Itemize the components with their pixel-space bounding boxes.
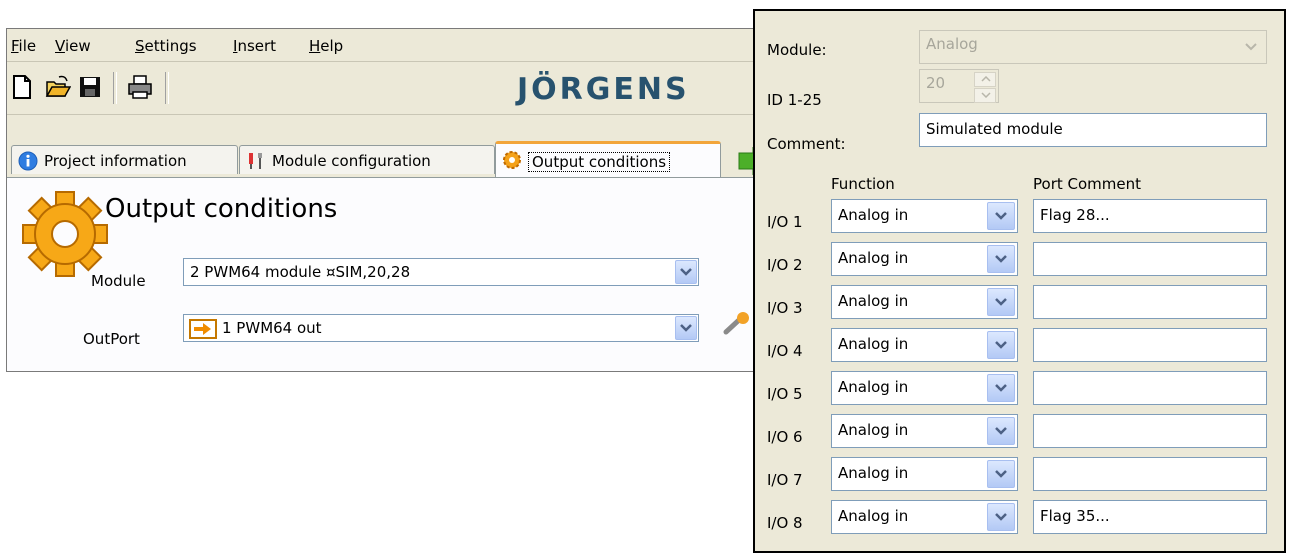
id-label: ID 1-25 <box>767 91 822 109</box>
chevron-down-icon[interactable] <box>987 417 1015 445</box>
menu-view[interactable]: View <box>55 37 91 55</box>
wrench-icon[interactable] <box>723 312 753 336</box>
function-value: Analog in <box>838 206 909 224</box>
port-comment-field[interactable] <box>1033 414 1267 448</box>
function-value: Analog in <box>838 378 909 396</box>
gear-icon <box>503 151 521 169</box>
chevron-down-icon[interactable] <box>675 260 697 284</box>
id-spinner: 20 <box>919 69 999 103</box>
chevron-down-icon[interactable] <box>987 374 1015 402</box>
function-value: Analog in <box>838 507 909 525</box>
function-value: Analog in <box>838 292 909 310</box>
dialog-module-select: Analog <box>919 30 1267 64</box>
print-icon[interactable] <box>127 74 153 100</box>
module-dialog: Module: Analog ID 1-25 20 Comment: Simul… <box>753 9 1286 553</box>
port-comment-field[interactable] <box>1033 457 1267 491</box>
module-label: Module <box>91 272 146 290</box>
io-label: I/O 3 <box>767 299 803 317</box>
chevron-down-icon[interactable] <box>987 460 1015 488</box>
port-comment-field[interactable] <box>1033 328 1267 362</box>
function-select[interactable]: Analog in <box>831 199 1018 233</box>
outport-select[interactable]: 1 PWM64 out <box>183 314 699 342</box>
menu-file[interactable]: File <box>11 37 36 55</box>
chevron-down-icon[interactable] <box>987 288 1015 316</box>
io-label: I/O 2 <box>767 256 803 274</box>
port-comment-value: Flag 28... <box>1040 206 1110 224</box>
page-title: Output conditions <box>105 194 338 224</box>
module-select[interactable]: 2 PWM64 module ¤SIM,20,28 <box>183 258 699 286</box>
port-comment-field[interactable] <box>1033 242 1267 276</box>
function-select[interactable]: Analog in <box>831 457 1018 491</box>
tab-module-configuration[interactable]: Module configuration <box>239 145 495 174</box>
tab-output-conditions[interactable]: Output conditions <box>495 141 721 178</box>
menu-settings[interactable]: Settings <box>135 37 197 55</box>
chevron-down-icon[interactable] <box>987 331 1015 359</box>
io-label: I/O 1 <box>767 213 803 231</box>
toolbar-separator <box>165 72 169 104</box>
chevron-down-icon <box>1245 43 1257 51</box>
function-header: Function <box>831 175 895 193</box>
main-window: File View Settings Insert Help JÖRGENS P… <box>6 28 767 372</box>
io-label: I/O 7 <box>767 471 803 489</box>
tab-project-information[interactable]: Project information <box>11 145 238 174</box>
chevron-down-icon[interactable] <box>675 316 697 340</box>
port-comment-field[interactable] <box>1033 371 1267 405</box>
new-file-icon[interactable] <box>9 74 35 100</box>
function-value: Analog in <box>838 335 909 353</box>
toolbar-separator <box>113 72 117 104</box>
spin-down-icon <box>974 88 996 103</box>
port-comment-header: Port Comment <box>1033 175 1141 193</box>
function-select[interactable]: Analog in <box>831 242 1018 276</box>
menu-bar: File View Settings Insert Help <box>7 29 767 62</box>
arrow-right-icon <box>189 319 217 339</box>
comment-label: Comment: <box>767 135 846 153</box>
menu-help[interactable]: Help <box>309 37 343 55</box>
output-conditions-panel: Output conditions Module 2 PWM64 module … <box>7 177 767 371</box>
io-label: I/O 8 <box>767 514 803 532</box>
chevron-down-icon[interactable] <box>987 202 1015 230</box>
function-value: Analog in <box>838 464 909 482</box>
dialog-module-label: Module: <box>767 41 827 59</box>
chevron-down-icon[interactable] <box>987 503 1015 531</box>
gear-icon <box>22 191 108 277</box>
chevron-down-icon[interactable] <box>987 245 1015 273</box>
io-label: I/O 6 <box>767 428 803 446</box>
spin-buttons <box>974 72 996 103</box>
function-value: Analog in <box>838 421 909 439</box>
function-select[interactable]: Analog in <box>831 285 1018 319</box>
port-comment-field[interactable]: Flag 35... <box>1033 500 1267 534</box>
port-comment-value: Flag 35... <box>1040 507 1110 525</box>
io-label: I/O 4 <box>767 342 803 360</box>
function-select[interactable]: Analog in <box>831 371 1018 405</box>
port-comment-field[interactable]: Flag 28... <box>1033 199 1267 233</box>
menu-insert[interactable]: Insert <box>233 37 276 55</box>
save-icon[interactable] <box>77 74 103 100</box>
config-icon <box>249 153 262 169</box>
function-select[interactable]: Analog in <box>831 500 1018 534</box>
open-folder-icon[interactable] <box>45 74 71 100</box>
function-select[interactable]: Analog in <box>831 328 1018 362</box>
io-label: I/O 5 <box>767 385 803 403</box>
function-select[interactable]: Analog in <box>831 414 1018 448</box>
comment-field[interactable]: Simulated module <box>919 113 1267 147</box>
port-comment-field[interactable] <box>1033 285 1267 319</box>
outport-label: OutPort <box>83 330 140 348</box>
info-icon <box>18 151 38 171</box>
spin-up-icon <box>974 72 996 87</box>
brand-logo: JÖRGENS <box>517 72 690 107</box>
tab-strip: Project information Module configuration… <box>7 141 767 178</box>
function-value: Analog in <box>838 249 909 267</box>
toolbar: JÖRGENS <box>7 62 767 115</box>
